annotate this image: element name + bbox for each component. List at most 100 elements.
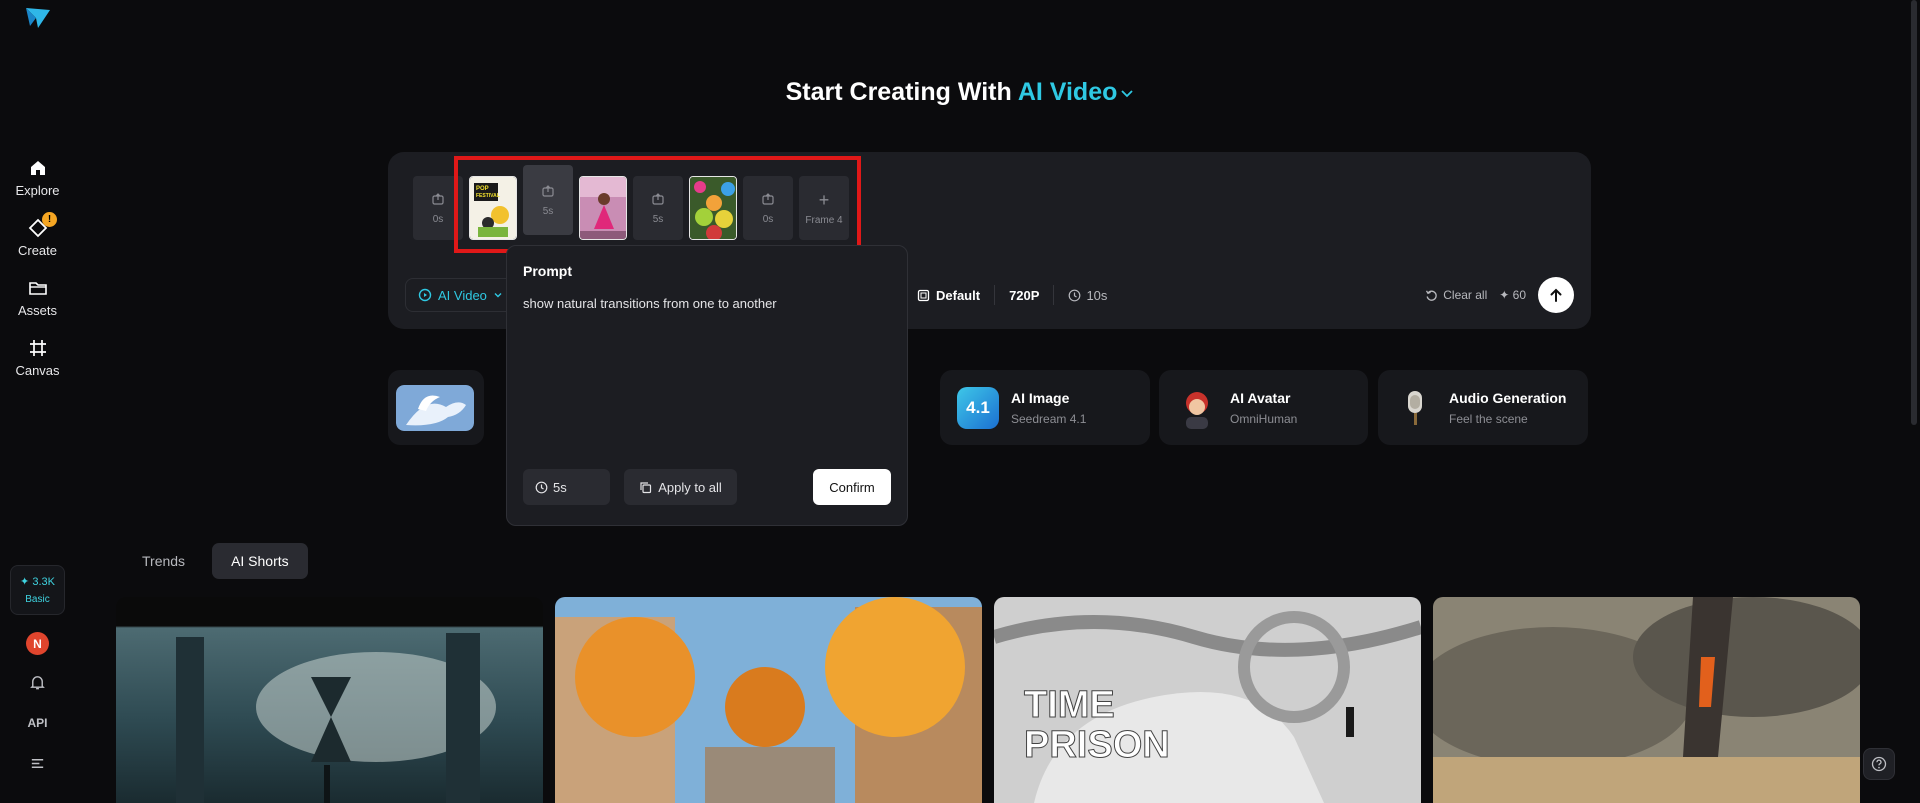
upload-icon xyxy=(762,192,774,205)
generation-options: Default 720P 10s xyxy=(917,278,1107,312)
colorful-costume-photo xyxy=(690,177,736,239)
slot-duration: 0s xyxy=(432,213,444,225)
apply-to-all-button[interactable]: Apply to all xyxy=(624,469,737,505)
transition-slot[interactable]: 5s xyxy=(633,176,683,240)
feature-title: Audio Generation xyxy=(1449,389,1567,406)
home-icon xyxy=(30,161,45,175)
divider xyxy=(1053,285,1055,305)
divider xyxy=(994,285,996,305)
time-prison-poster: TIME PRISON xyxy=(994,597,1421,803)
aspect-ratio-label: Default xyxy=(936,287,981,303)
frame-image-1[interactable]: POP FESTIVAL xyxy=(469,176,517,240)
clear-all-button[interactable]: Clear all xyxy=(1425,288,1487,302)
help-icon xyxy=(1871,756,1887,772)
composer-actions: Clear all ✦ 60 xyxy=(1425,277,1574,313)
autumn-street-scene xyxy=(555,597,982,803)
credit-cost: ✦ 60 xyxy=(1499,288,1526,302)
chevron-down-icon xyxy=(1121,90,1134,98)
microphone-thumbnail xyxy=(1408,390,1422,425)
poster-text-line2: PRISON xyxy=(1024,724,1170,766)
gallery-card-4[interactable] xyxy=(1433,597,1860,803)
generate-button[interactable] xyxy=(1538,277,1574,313)
mode-dropdown-label: AI Video xyxy=(438,287,487,303)
credits-box[interactable]: ✦ 3.3K Basic xyxy=(10,565,65,615)
gallery-card-2[interactable] xyxy=(555,597,982,803)
prompt-textarea[interactable]: show natural transitions from one to ano… xyxy=(523,296,893,311)
sidebar-item-assets[interactable]: Assets xyxy=(0,278,75,318)
feature-card-ai-image[interactable]: 4.1 AI Image Seedream 4.1 xyxy=(940,370,1150,445)
folder-icon xyxy=(28,282,47,295)
sidebar-item-label: Explore xyxy=(15,183,60,198)
transition-slot[interactable]: 0s xyxy=(743,176,793,240)
slot-duration: 0s xyxy=(762,213,774,225)
transition-duration-value: 5s xyxy=(553,479,567,495)
logo-icon[interactable] xyxy=(24,4,52,32)
bell-icon[interactable] xyxy=(29,674,46,691)
feature-subtitle: Feel the scene xyxy=(1449,411,1528,426)
frame-image-3[interactable] xyxy=(689,176,737,240)
title-prefix: Start Creating With xyxy=(785,78,1012,106)
gallery-card-3[interactable]: TIME PRISON xyxy=(994,597,1421,803)
plan-label: Basic xyxy=(25,594,50,605)
aspect-ratio-select[interactable]: Default xyxy=(917,288,980,303)
sidebar-item-explore[interactable]: Explore xyxy=(0,158,75,198)
mode-selector-label: AI Video xyxy=(1017,78,1118,106)
reset-icon xyxy=(1426,289,1437,301)
mode-dropdown[interactable]: AI Video xyxy=(405,278,516,312)
clock-icon xyxy=(535,481,548,493)
confirm-button[interactable]: Confirm xyxy=(813,469,891,505)
mode-selector[interactable]: AI Video xyxy=(1018,78,1135,106)
transition-duration-input[interactable]: 5s xyxy=(523,469,610,505)
sidebar-item-label: Canvas xyxy=(15,363,60,378)
clear-all-label: Clear all xyxy=(1443,288,1488,302)
menu-icon[interactable] xyxy=(29,755,46,772)
feature-card-video[interactable]: C 1 xyxy=(388,370,484,445)
frame-strip: 0s POP FESTIVAL 5s 5s 0s + Frame 4 xyxy=(413,165,849,242)
apply-to-all-label: Apply to all xyxy=(658,479,722,495)
prompt-popover: Prompt show natural transitions from one… xyxy=(506,245,908,526)
content-tabs: Trends AI Shorts xyxy=(123,543,308,579)
clock-icon xyxy=(1069,289,1081,301)
hourglass-tower-scene xyxy=(116,597,543,803)
burning-tower-desert-scene xyxy=(1433,597,1860,803)
add-frame-button[interactable]: + Frame 4 xyxy=(799,176,849,240)
resolution-select[interactable]: 720P xyxy=(1009,288,1039,303)
seedream-icon: 4.1 xyxy=(957,386,999,429)
tab-ai-shorts[interactable]: AI Shorts xyxy=(212,543,308,579)
feature-title: AI Image xyxy=(1011,389,1070,406)
gallery-card-1[interactable] xyxy=(116,597,543,803)
feature-subtitle: Seedream 4.1 xyxy=(1011,411,1087,426)
feature-card-ai-avatar[interactable]: AI Avatar OmniHuman xyxy=(1159,370,1368,445)
avatar[interactable]: N xyxy=(26,632,49,655)
copy-icon xyxy=(640,481,652,493)
sidebar-item-canvas[interactable]: Canvas xyxy=(0,338,75,378)
frame-image-2[interactable] xyxy=(579,176,627,240)
svg-text:FESTIVAL: FESTIVAL xyxy=(476,193,500,199)
popover-footer: 5s Apply to all Confirm xyxy=(523,469,891,505)
tab-trends[interactable]: Trends xyxy=(123,543,204,579)
page-title: Start Creating With AI Video xyxy=(0,78,1920,107)
plus-icon: + xyxy=(818,189,830,210)
transition-slot[interactable]: 0s xyxy=(413,176,463,240)
sidebar-item-label: Assets xyxy=(17,303,57,318)
feature-card-audio[interactable]: Audio Generation Feel the scene xyxy=(1378,370,1588,445)
app-root: Explore ! Create Assets Canvas ✦ 3.3K Ba… xyxy=(0,0,1920,803)
page-scrollbar[interactable] xyxy=(1911,0,1917,425)
ratio-icon xyxy=(917,289,930,301)
duration-label: 10s xyxy=(1086,287,1108,303)
transition-slot-active[interactable]: 5s xyxy=(523,165,573,235)
api-link[interactable]: API xyxy=(0,716,75,730)
video-mode-icon xyxy=(418,288,432,302)
feature-title: AI Avatar xyxy=(1230,389,1291,406)
sidebar: Explore ! Create Assets Canvas ✦ 3.3K Ba… xyxy=(0,0,75,803)
poster-text-line1: TIME xyxy=(1024,684,1115,726)
upload-icon xyxy=(542,184,554,197)
pop-festival-poster: POP FESTIVAL xyxy=(470,177,516,239)
help-button[interactable] xyxy=(1863,748,1895,780)
duration-select[interactable]: 10s xyxy=(1068,288,1107,303)
avatar-thumbnail xyxy=(1186,391,1208,429)
upload-icon xyxy=(432,192,444,205)
sidebar-item-create[interactable]: ! Create xyxy=(0,212,75,258)
sidebar-nav: Explore ! Create Assets Canvas xyxy=(0,158,75,378)
pegasus-thumbnail xyxy=(396,384,474,431)
